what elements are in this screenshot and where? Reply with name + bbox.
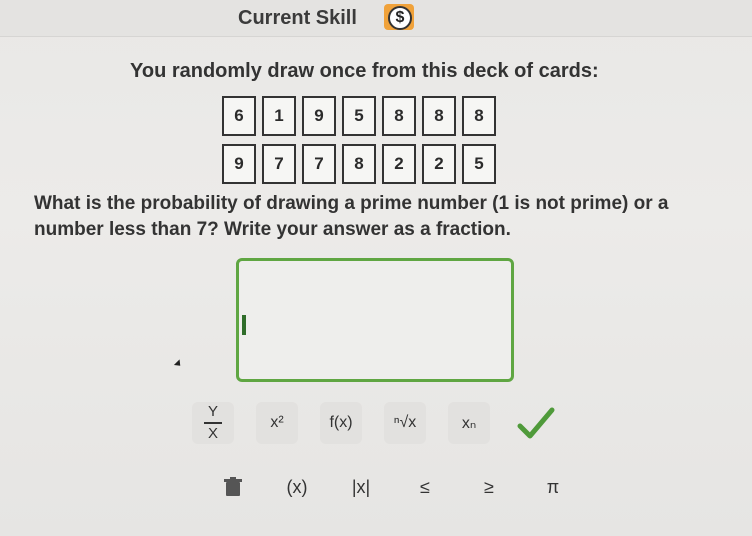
card: 8 — [422, 96, 456, 136]
fraction-button[interactable]: Y X — [192, 402, 234, 444]
card: 9 — [302, 96, 336, 136]
math-toolbar-row-2: (x) |x| ≤ ≥ π — [216, 470, 570, 504]
submit-check-button[interactable] — [512, 402, 560, 446]
subscript-button[interactable]: xₙ — [448, 402, 490, 444]
card: 1 — [262, 96, 296, 136]
fraction-bar-icon — [204, 422, 222, 424]
card: 5 — [462, 144, 496, 184]
nth-root-button[interactable]: ⁿ√x — [384, 402, 426, 444]
text-cursor — [242, 315, 246, 335]
current-skill-label: Current Skill — [238, 7, 357, 29]
math-toolbar-row-1: Y X x² f(x) ⁿ√x xₙ — [192, 402, 560, 446]
card-deck: 6 1 9 5 8 8 8 9 7 7 8 2 2 5 — [222, 96, 496, 192]
trash-icon — [224, 477, 242, 496]
card: 8 — [462, 96, 496, 136]
card: 8 — [342, 144, 376, 184]
card: 7 — [302, 144, 336, 184]
parentheses-button[interactable]: (x) — [280, 470, 314, 504]
greater-equal-button[interactable]: ≥ — [472, 470, 506, 504]
skill-badge[interactable]: $ — [384, 4, 414, 30]
card: 2 — [382, 144, 416, 184]
deck-row-2: 9 7 7 8 2 2 5 — [222, 144, 496, 184]
card: 9 — [222, 144, 256, 184]
function-button[interactable]: f(x) — [320, 402, 362, 444]
trash-button[interactable] — [216, 470, 250, 504]
fraction-denominator: X — [207, 425, 218, 442]
card: 8 — [382, 96, 416, 136]
card: 6 — [222, 96, 256, 136]
card: 2 — [422, 144, 456, 184]
absolute-value-button[interactable]: |x| — [344, 470, 378, 504]
answer-input-box[interactable] — [236, 258, 514, 382]
deck-row-1: 6 1 9 5 8 8 8 — [222, 96, 496, 136]
checkmark-icon — [517, 407, 555, 439]
exponent-button[interactable]: x² — [256, 402, 298, 444]
card: 7 — [262, 144, 296, 184]
answer-input[interactable] — [249, 271, 503, 369]
question-text: What is the probability of drawing a pri… — [34, 193, 669, 240]
pi-button[interactable]: π — [536, 470, 570, 504]
problem-prompt: You randomly draw once from this deck of… — [130, 60, 599, 82]
card: 5 — [342, 96, 376, 136]
dollar-coin-icon: $ — [388, 6, 412, 30]
mouse-pointer-icon — [173, 359, 184, 369]
less-equal-button[interactable]: ≤ — [408, 470, 442, 504]
fraction-numerator: Y — [207, 403, 218, 420]
top-bar: Current Skill $ — [0, 0, 752, 37]
